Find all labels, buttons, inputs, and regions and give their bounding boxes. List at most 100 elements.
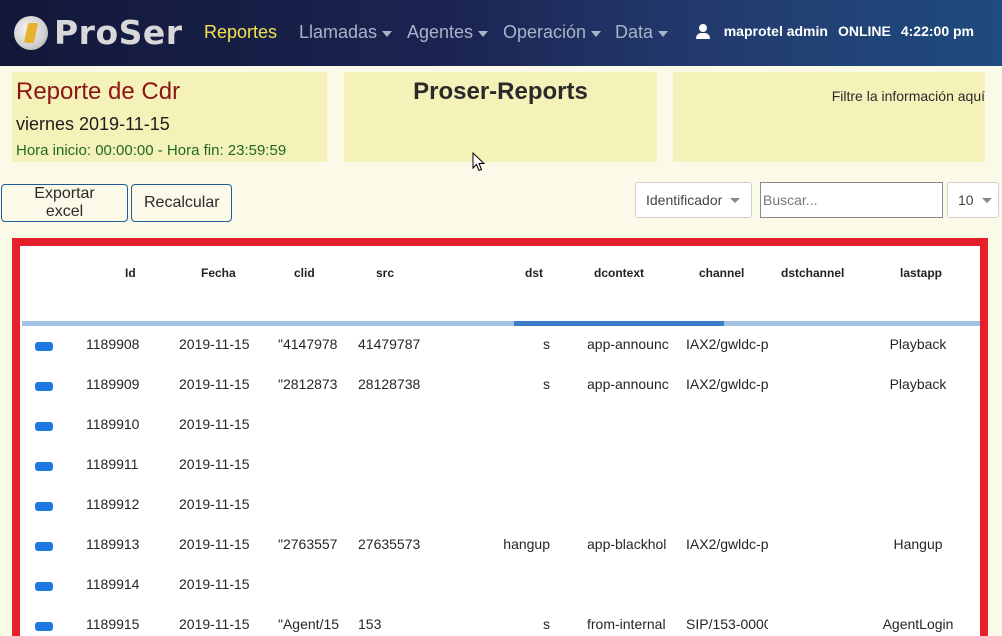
table-row[interactable]: 1189908 2019-11-15 "4147978 41479787 s app-an… bbox=[20, 336, 980, 376]
chevron-down-icon bbox=[382, 30, 393, 37]
cell-dst: s bbox=[543, 336, 550, 352]
nav-item-reportes[interactable]: Reportes bbox=[204, 22, 277, 43]
expand-row-icon[interactable] bbox=[35, 462, 53, 471]
table-row[interactable]: 1189911 2019-11-15 bbox=[20, 456, 980, 496]
cell-fecha: 2019-11-15 bbox=[179, 376, 250, 392]
user-name: maprotel admin bbox=[723, 23, 828, 39]
logo-icon bbox=[14, 15, 48, 50]
cell-dst: hangup bbox=[503, 536, 550, 552]
cell-dst: s bbox=[543, 616, 550, 632]
field-select-value: Identificador bbox=[646, 192, 723, 208]
column-header-src[interactable]: src bbox=[376, 266, 394, 280]
cell-lastapp: Playback bbox=[889, 336, 947, 352]
table-row[interactable]: 1189909 2019-11-15 "2812873 28128738 s app-an… bbox=[20, 376, 980, 416]
column-header-dcontext[interactable]: dcontext bbox=[594, 266, 644, 280]
chevron-down-icon bbox=[591, 30, 602, 37]
expand-row-icon[interactable] bbox=[35, 382, 53, 391]
cell-fecha: 2019-11-15 bbox=[179, 456, 250, 472]
cell-lastapp: Hangup bbox=[893, 536, 943, 552]
user-menu[interactable]: maprotel admin ONLINE 4:22:00 pm bbox=[695, 23, 974, 39]
cell-src: 28128738 bbox=[358, 376, 420, 392]
expand-row-icon[interactable] bbox=[35, 622, 53, 631]
loading-progress-fill bbox=[514, 321, 724, 326]
cell-fecha: 2019-11-15 bbox=[179, 496, 250, 512]
table-row[interactable]: 1189913 2019-11-15 "2763557 27635573 hangup a… bbox=[20, 536, 980, 576]
page-size-value: 10 bbox=[958, 192, 974, 208]
column-header-dst[interactable]: dst bbox=[525, 266, 543, 280]
search-input[interactable] bbox=[760, 182, 943, 218]
cell-dcontext: app-announc bbox=[587, 376, 669, 392]
report-title: Reporte de Cdr bbox=[16, 78, 181, 105]
nav-item-label: Llamadas bbox=[299, 22, 378, 42]
recalculate-button[interactable]: Recalcular bbox=[131, 184, 232, 222]
brand-panel: Proser-Reports bbox=[344, 72, 657, 162]
cell-channel: IAX2/gwldc-p bbox=[686, 336, 768, 352]
cell-id: 1189913 bbox=[86, 536, 140, 552]
cell-id: 1189912 bbox=[86, 496, 140, 512]
expand-row-icon[interactable] bbox=[35, 502, 53, 511]
cell-src: 27635573 bbox=[358, 536, 420, 552]
cell-id: 1189908 bbox=[86, 336, 140, 352]
chevron-down-icon bbox=[658, 30, 669, 37]
cell-channel: IAX2/gwldc-p bbox=[686, 376, 768, 392]
column-header-id[interactable]: Id bbox=[125, 266, 136, 280]
cell-clid: "Agent/15 bbox=[278, 616, 340, 632]
cell-dcontext: from-internal bbox=[587, 616, 666, 632]
column-header-clid[interactable]: clid bbox=[294, 266, 315, 280]
cell-src: 153 bbox=[358, 616, 382, 632]
filter-panel: Filtre la información aquí bbox=[673, 72, 985, 162]
cell-id: 1189915 bbox=[86, 616, 140, 632]
nav-item-llamadas[interactable]: Llamadas bbox=[299, 22, 393, 43]
field-select[interactable]: Identificador bbox=[635, 182, 752, 218]
cell-clid: "2763557 bbox=[278, 536, 338, 552]
cell-id: 1189914 bbox=[86, 576, 140, 592]
brand-panel-title: Proser-Reports bbox=[413, 78, 588, 105]
mouse-cursor-icon bbox=[472, 152, 486, 172]
cell-id: 1189910 bbox=[86, 416, 140, 432]
cell-src: 41479787 bbox=[358, 336, 420, 352]
cell-clid: "2812873 bbox=[278, 376, 338, 392]
nav-item-label: Reportes bbox=[204, 22, 278, 42]
export-excel-button[interactable]: Exportar excel bbox=[1, 184, 128, 222]
column-header-fecha[interactable]: Fecha bbox=[201, 266, 236, 280]
brand-logo[interactable]: ProSer bbox=[14, 13, 183, 52]
page-size-select[interactable]: 10 bbox=[947, 182, 999, 218]
filter-hint: Filtre la información aquí bbox=[831, 88, 985, 104]
report-date: viernes 2019-11-15 bbox=[16, 114, 170, 134]
nav-item-label: Agentes bbox=[407, 22, 474, 42]
top-navbar: ProSer Reportes Llamadas Agentes Operaci… bbox=[0, 0, 1002, 66]
cell-fecha: 2019-11-15 bbox=[179, 576, 250, 592]
cell-id: 1189909 bbox=[86, 376, 140, 392]
expand-row-icon[interactable] bbox=[35, 422, 53, 431]
chevron-down-icon bbox=[478, 30, 489, 37]
cell-fecha: 2019-11-15 bbox=[179, 536, 250, 552]
cell-fecha: 2019-11-15 bbox=[179, 416, 250, 432]
report-hours: Hora inicio: 00:00:00 - Hora fin: 23:59:… bbox=[16, 142, 287, 159]
table-row[interactable]: 1189912 2019-11-15 bbox=[20, 496, 980, 536]
table-row[interactable]: 1189910 2019-11-15 bbox=[20, 416, 980, 456]
table-row[interactable]: 1189915 2019-11-15 "Agent/15 153 s from-inter… bbox=[20, 616, 980, 636]
user-icon bbox=[695, 23, 710, 39]
column-header-channel[interactable]: channel bbox=[699, 266, 744, 280]
user-status: ONLINE bbox=[837, 23, 891, 39]
expand-row-icon[interactable] bbox=[35, 542, 53, 551]
table-header: Id Fecha clid src dst dcontext channel d… bbox=[20, 246, 980, 320]
cell-id: 1189911 bbox=[86, 456, 139, 472]
column-header-lastapp[interactable]: lastapp bbox=[900, 266, 942, 280]
nav-item-label: Operación bbox=[503, 22, 587, 42]
expand-row-icon[interactable] bbox=[35, 582, 53, 591]
table-row[interactable]: 1189914 2019-11-15 bbox=[20, 576, 980, 616]
cell-channel: SIP/153-0000 bbox=[686, 616, 768, 632]
cdr-table: Id Fecha clid src dst dcontext channel d… bbox=[12, 238, 988, 636]
brand-name: ProSer bbox=[54, 13, 183, 52]
report-info-panel: Reporte de Cdr viernes 2019-11-15 Hora i… bbox=[12, 72, 327, 162]
cell-fecha: 2019-11-15 bbox=[179, 336, 250, 352]
clock-time: 4:22:00 pm bbox=[900, 23, 974, 39]
chevron-down-icon bbox=[981, 197, 992, 203]
nav-item-operacion[interactable]: Operación bbox=[503, 22, 602, 43]
nav-item-agentes[interactable]: Agentes bbox=[407, 22, 489, 43]
nav-item-data[interactable]: Data bbox=[615, 22, 669, 43]
cell-clid: "4147978 bbox=[278, 336, 338, 352]
expand-row-icon[interactable] bbox=[35, 342, 53, 351]
column-header-dstchannel[interactable]: dstchannel bbox=[781, 266, 844, 280]
